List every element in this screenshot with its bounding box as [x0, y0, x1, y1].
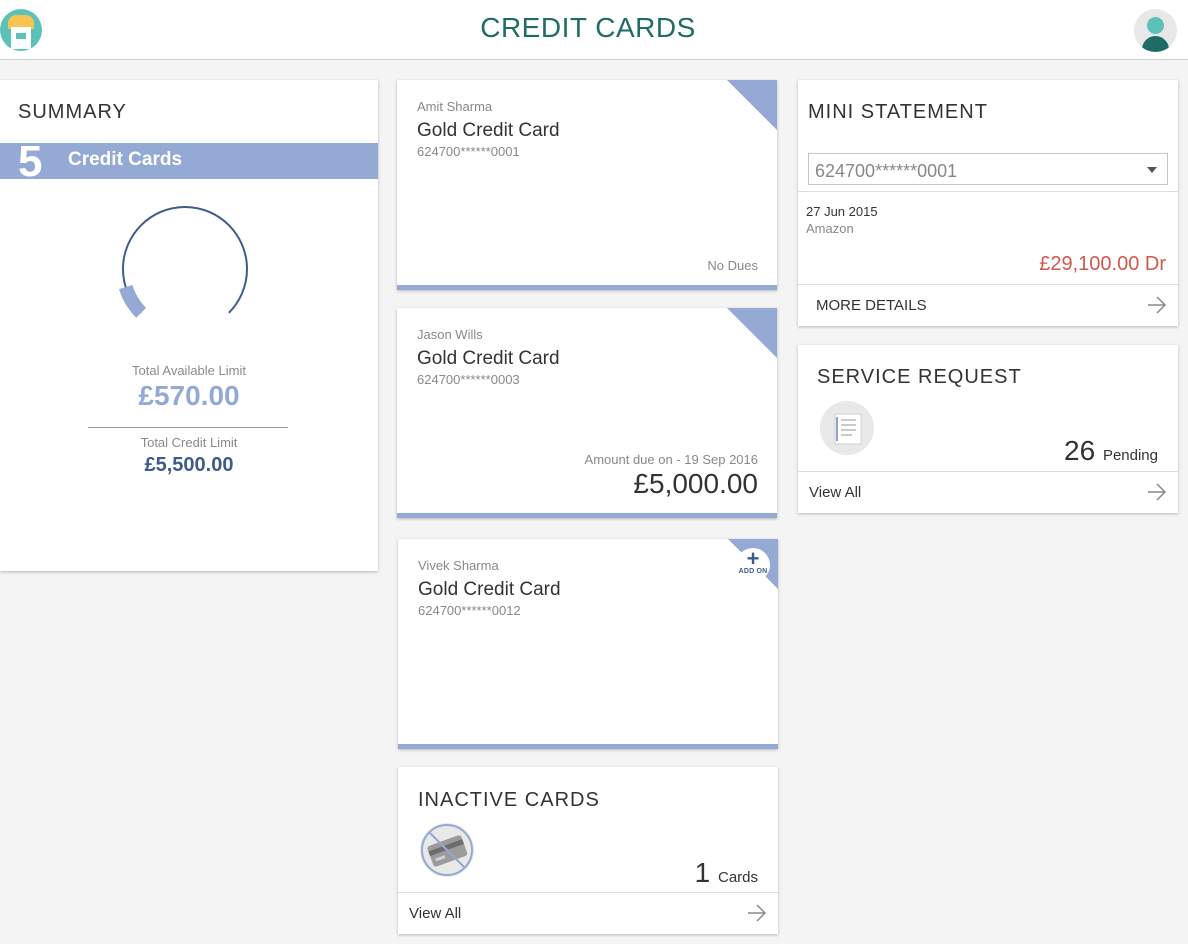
add-on-label: ADD ON	[738, 568, 768, 575]
inactive-card-icon	[420, 823, 474, 877]
card-holder-name: Jason Wills	[417, 327, 483, 342]
inactive-cards-panel: INACTIVE CARDS 1 Cards View All	[398, 767, 778, 934]
more-details-link[interactable]: MORE DETAILS	[798, 284, 1178, 326]
document-icon	[820, 401, 874, 455]
card-status: No Dues	[707, 258, 758, 273]
add-on-badge-icon: + ADD ON	[736, 546, 770, 582]
limit-gauge	[118, 206, 248, 318]
service-view-all-link[interactable]: View All	[798, 471, 1178, 513]
card-type: Gold Credit Card	[417, 348, 560, 369]
credit-card-tile[interactable]: Amit Sharma Gold Credit Card 624700*****…	[397, 80, 777, 290]
card-select-dropdown[interactable]: 624700******0001	[808, 153, 1168, 185]
card-number: 624700******0001	[417, 144, 520, 159]
summary-title: SUMMARY	[18, 101, 127, 123]
card-bottom-bar	[398, 744, 778, 749]
inactive-count-number: 1	[694, 857, 711, 888]
gauge-track	[122, 206, 248, 314]
card-number: 624700******0003	[417, 372, 520, 387]
arrow-right-icon	[748, 904, 767, 922]
available-limit-value: £570.00	[138, 380, 240, 411]
inactive-cards-title: INACTIVE CARDS	[418, 789, 600, 811]
app-header: CREDIT CARDS	[0, 0, 1188, 60]
inactive-view-all-link[interactable]: View All	[398, 892, 778, 934]
gauge-available-arc	[118, 284, 147, 318]
page-title: CREDIT CARDS	[480, 12, 696, 43]
pending-count-label: Pending	[1102, 447, 1158, 464]
more-details-label: MORE DETAILS	[816, 297, 927, 314]
transaction-description: Amazon	[806, 221, 854, 236]
available-limit-label: Total Available Limit	[132, 363, 246, 378]
inactive-count-label: Cards	[717, 869, 758, 886]
selected-card-number: 624700******0001	[815, 161, 958, 181]
transaction-amount: £29,100.00 Dr	[1039, 253, 1166, 275]
amount-due-value: £5,000.00	[633, 468, 758, 499]
mini-statement-title: MINI STATEMENT	[808, 101, 988, 123]
mini-statement-panel: MINI STATEMENT 624700******0001 27 Jun 2…	[798, 80, 1178, 326]
card-type: Gold Credit Card	[417, 120, 560, 141]
user-avatar-icon[interactable]	[1134, 9, 1177, 52]
card-count: 5	[18, 143, 43, 179]
card-bottom-bar	[397, 513, 777, 518]
card-number: 624700******0012	[418, 603, 521, 618]
amount-due-label: Amount due on - 19 Sep 2016	[584, 452, 758, 467]
mini-statement-divider	[798, 191, 1178, 192]
credit-limit-value: £5,500.00	[144, 454, 234, 476]
inactive-cards-count: 1 Cards	[695, 857, 758, 889]
card-corner-flag	[727, 80, 777, 130]
chevron-down-icon	[1147, 167, 1157, 173]
view-all-label: View All	[409, 905, 462, 922]
credit-card-tile[interactable]: + ADD ON Vivek Sharma Gold Credit Card 6…	[398, 539, 778, 749]
pending-count-number: 26	[1064, 435, 1096, 466]
arrow-right-icon	[1148, 296, 1167, 314]
card-corner-flag	[727, 308, 777, 358]
card-bottom-bar	[397, 285, 777, 290]
arrow-right-icon	[1148, 483, 1167, 501]
view-all-label: View All	[809, 484, 862, 501]
card-holder-name: Amit Sharma	[417, 99, 493, 114]
card-count-band: 5 Credit Cards	[0, 143, 378, 179]
card-count-label: Credit Cards	[68, 149, 183, 170]
credit-limit-label: Total Credit Limit	[140, 435, 238, 450]
credit-card-tile[interactable]: Jason Wills Gold Credit Card 624700*****…	[397, 308, 777, 518]
card-holder-name: Vivek Sharma	[418, 558, 499, 573]
transaction-date: 27 Jun 2015	[806, 204, 878, 219]
service-request-count: 26 Pending	[1064, 435, 1158, 467]
service-request-title: SERVICE REQUEST	[817, 366, 1022, 388]
summary-divider	[88, 427, 288, 428]
service-request-panel: SERVICE REQUEST 26 Pending View All	[798, 345, 1178, 513]
summary-panel: SUMMARY 5 Credit Cards Total Available L…	[0, 80, 378, 571]
card-type: Gold Credit Card	[418, 579, 561, 600]
